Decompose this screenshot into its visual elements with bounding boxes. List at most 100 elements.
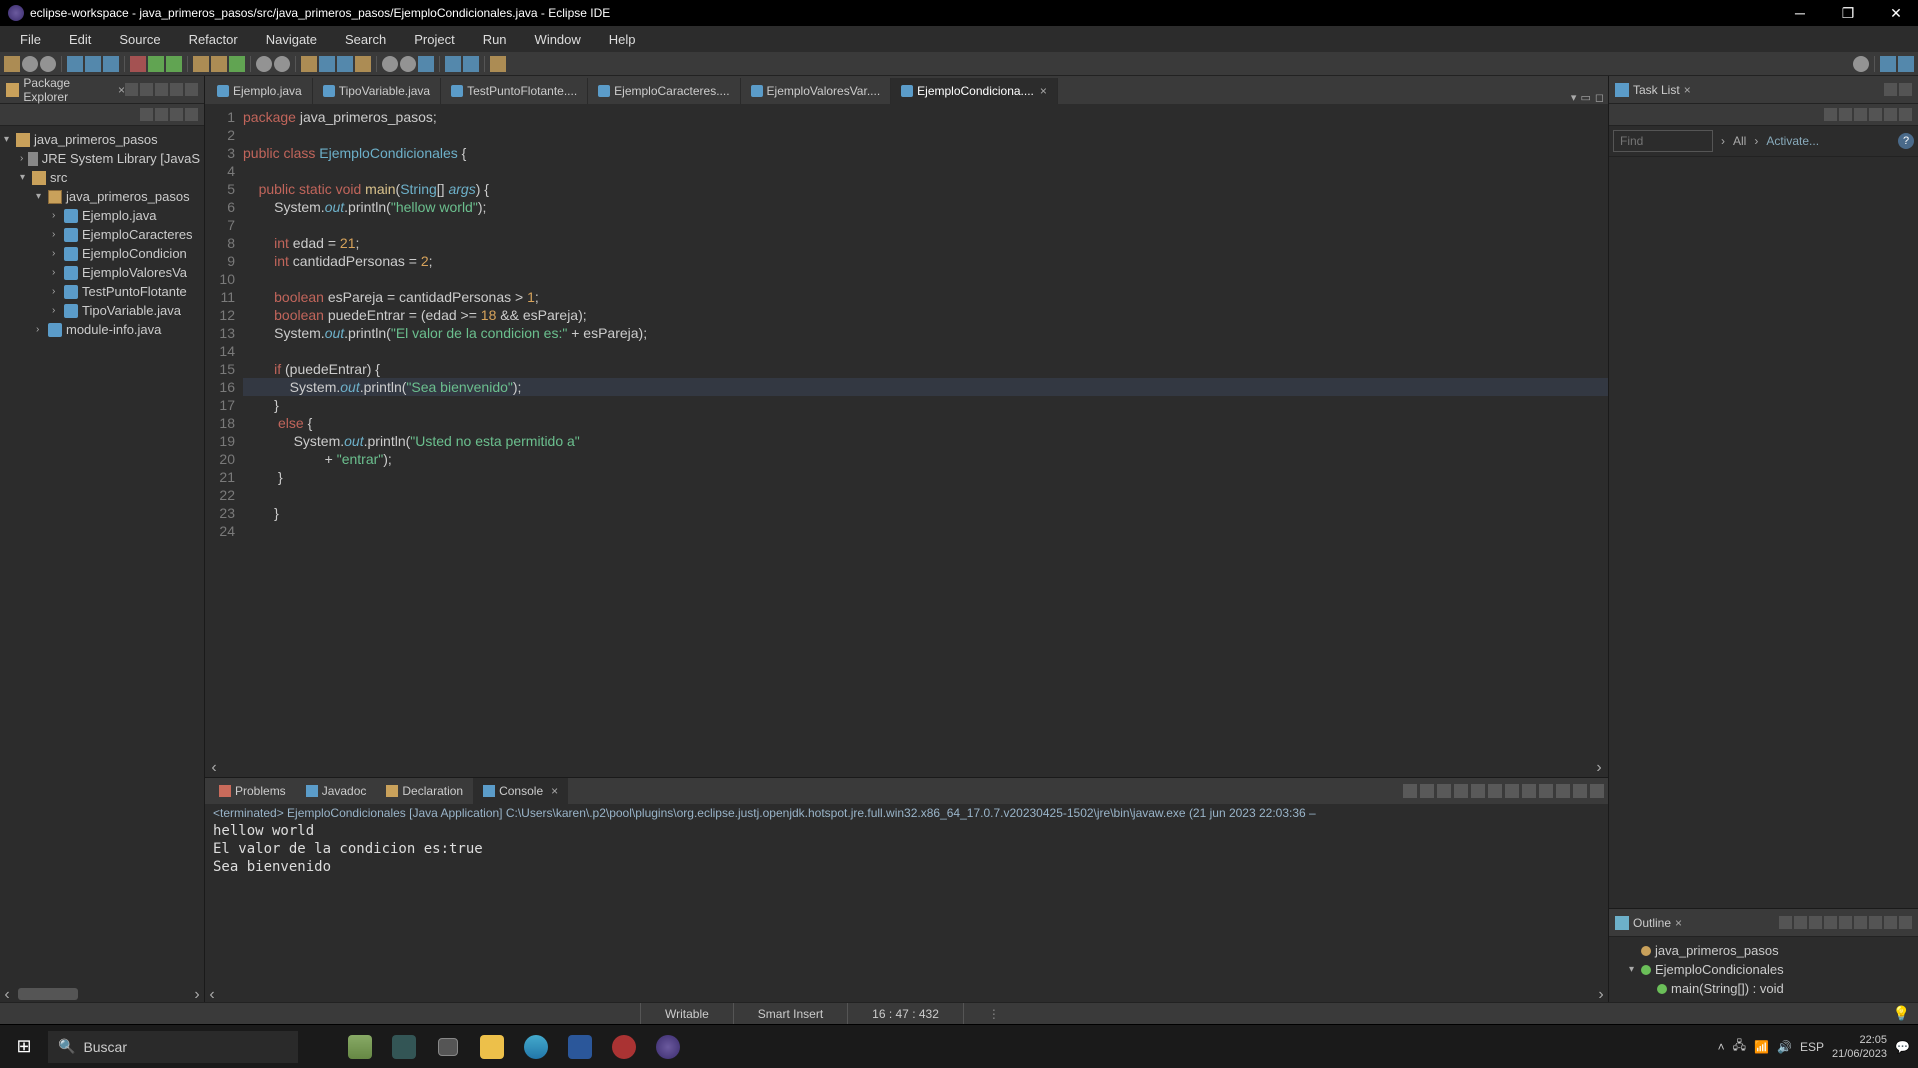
redo-button[interactable] xyxy=(274,56,290,72)
prev-annotation-button[interactable] xyxy=(400,56,416,72)
collapse-all-button[interactable] xyxy=(125,83,138,96)
editor-tab[interactable]: TipoVariable.java xyxy=(313,78,441,104)
bottom-tab-declaration[interactable]: Declaration xyxy=(376,778,473,804)
tray-wifi-icon[interactable]: 📶 xyxy=(1754,1040,1769,1054)
close-view-button[interactable]: × xyxy=(118,83,125,97)
bottom-tab-javadoc[interactable]: Javadoc xyxy=(296,778,377,804)
outline-tb5[interactable] xyxy=(1839,916,1852,929)
debug-button[interactable] xyxy=(130,56,146,72)
editor-tab[interactable]: EjemploValoresVar.... xyxy=(741,78,892,104)
forward-button[interactable] xyxy=(463,56,479,72)
tray-language[interactable]: ESP xyxy=(1800,1040,1824,1054)
filter-button[interactable] xyxy=(140,108,153,121)
tree-item[interactable]: ▾java_primeros_pasos xyxy=(0,187,204,206)
tree-item[interactable]: ›JRE System Library [JavaS xyxy=(0,149,204,168)
coverage-button[interactable] xyxy=(166,56,182,72)
taskbar-search[interactable]: 🔍 Buscar xyxy=(48,1031,298,1063)
link-button[interactable] xyxy=(155,108,168,121)
close-console-tab[interactable]: × xyxy=(551,784,558,798)
tasklist-tb2[interactable] xyxy=(1899,83,1912,96)
console-toolbar-btn[interactable] xyxy=(1539,784,1553,798)
toggle-mark-button[interactable] xyxy=(355,56,371,72)
console-toolbar-btn[interactable] xyxy=(1556,784,1570,798)
task-sync-button[interactable] xyxy=(1839,108,1852,121)
java-perspective-button[interactable] xyxy=(1880,56,1896,72)
new-button[interactable] xyxy=(4,56,20,72)
console-scroll-h[interactable]: ‹ › xyxy=(205,986,1608,1002)
console-toolbar-btn[interactable] xyxy=(1471,784,1485,798)
menu-navigate[interactable]: Navigate xyxy=(252,32,331,47)
last-edit-button[interactable] xyxy=(418,56,434,72)
task-crumb-all[interactable]: All xyxy=(1733,134,1746,148)
editor-tab[interactable]: TestPuntoFlotante.... xyxy=(441,78,588,104)
task-cat-button[interactable] xyxy=(1854,108,1867,121)
open-task-button[interactable] xyxy=(85,56,101,72)
task-help-button[interactable]: ? xyxy=(1898,133,1914,149)
focus-button[interactable] xyxy=(170,108,183,121)
console-toolbar-btn[interactable] xyxy=(1420,784,1434,798)
tree-item[interactable]: ›TipoVariable.java xyxy=(0,301,204,320)
maximize-view-button[interactable] xyxy=(185,83,198,96)
tasklist-tb1[interactable] xyxy=(1884,83,1897,96)
link-editor-button[interactable] xyxy=(140,83,153,96)
tree-item[interactable]: ›Ejemplo.java xyxy=(0,206,204,225)
save-button[interactable] xyxy=(22,56,38,72)
menu-run[interactable]: Run xyxy=(469,32,521,47)
outline-item[interactable]: ▾EjemploCondicionales xyxy=(1609,960,1918,979)
save-all-button[interactable] xyxy=(40,56,56,72)
tree-item[interactable]: ›EjemploCaracteres xyxy=(0,225,204,244)
new-interface-button[interactable] xyxy=(229,56,245,72)
console-toolbar-btn[interactable] xyxy=(1488,784,1502,798)
close-tasklist-button[interactable]: × xyxy=(1684,83,1691,97)
tray-notifications-icon[interactable]: 💬 xyxy=(1895,1040,1910,1054)
menu-project[interactable]: Project xyxy=(400,32,468,47)
toggle-button[interactable] xyxy=(103,56,119,72)
menu-edit[interactable]: Edit xyxy=(55,32,105,47)
pin-button[interactable] xyxy=(490,56,506,72)
open-type-button[interactable] xyxy=(67,56,83,72)
view-menu-button[interactable] xyxy=(155,83,168,96)
console-toolbar-btn[interactable] xyxy=(1522,784,1536,798)
taskbar-app-1[interactable] xyxy=(338,1028,382,1066)
task-find-input[interactable] xyxy=(1613,130,1713,152)
console-output[interactable]: hellow world El valor de la condicion es… xyxy=(205,822,1608,986)
scroll-right-button[interactable]: › xyxy=(1590,759,1608,777)
tip-icon[interactable]: 💡 xyxy=(1893,1005,1918,1022)
code-content[interactable]: package java_primeros_pasos; public clas… xyxy=(243,104,1608,759)
tray-chevron-icon[interactable]: ˄ xyxy=(1718,1040,1725,1054)
menu-search[interactable]: Search xyxy=(331,32,400,47)
minimize-editor-button[interactable]: ▭ xyxy=(1580,91,1590,104)
outline-tb1[interactable] xyxy=(1779,916,1792,929)
menu-file[interactable]: File xyxy=(6,32,55,47)
task-menu-button[interactable] xyxy=(1899,108,1912,121)
menu-help[interactable]: Help xyxy=(595,32,650,47)
taskview-button[interactable] xyxy=(426,1028,470,1066)
editor-tab[interactable]: Ejemplo.java xyxy=(207,78,313,104)
outline-tb6[interactable] xyxy=(1854,916,1867,929)
opera-button[interactable] xyxy=(602,1028,646,1066)
debug-perspective-button[interactable] xyxy=(1898,56,1914,72)
outline-item[interactable]: main(String[]) : void xyxy=(1609,979,1918,998)
close-outline-button[interactable]: × xyxy=(1675,916,1682,930)
explorer-scroll-h[interactable]: ‹ › xyxy=(0,986,204,1002)
tray-network-icon[interactable]: 🖧 xyxy=(1733,1036,1746,1057)
maximize-button[interactable]: ❐ xyxy=(1834,5,1862,22)
eclipse-taskbar-button[interactable] xyxy=(646,1028,690,1066)
quick-access-button[interactable] xyxy=(1853,56,1869,72)
start-button[interactable]: ⊞ xyxy=(0,1036,48,1057)
tree-item[interactable]: ▾java_primeros_pasos xyxy=(0,130,204,149)
console-toolbar-btn[interactable] xyxy=(1573,784,1587,798)
menu-window[interactable]: Window xyxy=(521,32,595,47)
back-button[interactable] xyxy=(445,56,461,72)
close-tab-button[interactable]: × xyxy=(1040,84,1047,98)
outline-tb8[interactable] xyxy=(1884,916,1897,929)
task-collapse-button[interactable] xyxy=(1869,108,1882,121)
open-perspective-button[interactable] xyxy=(301,56,317,72)
outline-tb7[interactable] xyxy=(1869,916,1882,929)
menu-refactor[interactable]: Refactor xyxy=(175,32,252,47)
console-toolbar-btn[interactable] xyxy=(1454,784,1468,798)
minimize-button[interactable]: ─ xyxy=(1786,5,1814,22)
console-toolbar-btn[interactable] xyxy=(1590,784,1604,798)
annotations-button[interactable] xyxy=(337,56,353,72)
tree-item[interactable]: ›module-info.java xyxy=(0,320,204,339)
